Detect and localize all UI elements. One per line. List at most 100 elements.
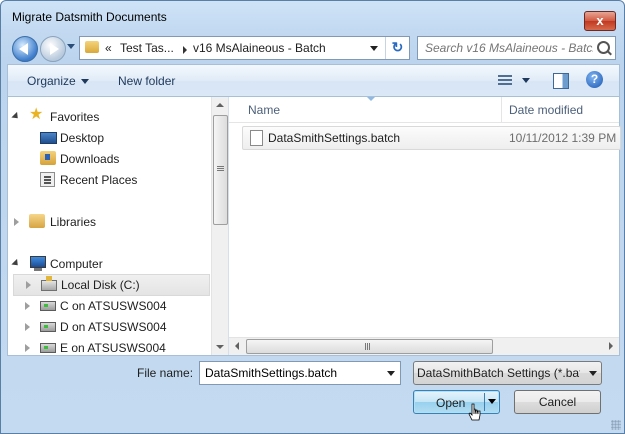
nav-vertical-scrollbar[interactable] <box>211 97 228 355</box>
nav-item-network-drive[interactable]: D on ATSUSWS004 <box>8 317 210 337</box>
title-bar: Migrate Datsmith Documents x <box>1 1 624 31</box>
nav-item-label: C on ATSUSWS004 <box>60 299 167 313</box>
recent-places-icon <box>40 172 55 187</box>
nav-item-network-drive[interactable]: C on ATSUSWS004 <box>8 296 210 316</box>
breadcrumb-separator-icon[interactable] <box>183 46 187 54</box>
mouse-cursor-icon <box>468 403 481 421</box>
nav-item-label: Computer <box>50 257 103 271</box>
libraries-icon <box>29 214 45 228</box>
file-horizontal-scrollbar[interactable] <box>229 337 619 355</box>
nav-item-network-drive[interactable]: E on ATSUSWS004 <box>8 338 210 355</box>
back-button[interactable] <box>12 36 38 62</box>
star-icon: ★ <box>29 106 44 123</box>
nav-item-label: Libraries <box>50 215 97 229</box>
command-bar: Organize New folder ? <box>7 64 620 97</box>
scrollbar-thumb[interactable] <box>213 115 228 225</box>
file-list-pane: Name Date modified DataSmithSettings.bat… <box>229 97 621 355</box>
nav-item-label: Downloads <box>60 152 120 166</box>
help-icon[interactable]: ? <box>586 71 603 88</box>
recent-locations-dropdown-icon[interactable] <box>67 44 75 49</box>
document-icon <box>250 130 263 146</box>
network-drive-icon <box>40 301 56 311</box>
expand-icon[interactable] <box>11 258 21 269</box>
scroll-left-icon[interactable] <box>235 342 239 350</box>
network-drive-icon <box>40 322 56 332</box>
nav-item-local-disk[interactable]: Local Disk (C:) <box>13 274 210 296</box>
navigation-pane: ★ Favorites Desktop Downloads Recent Pla… <box>8 97 229 355</box>
file-type-filter[interactable]: DataSmithBatch Settings (*.batch) <box>413 361 602 385</box>
address-overflow-chevron[interactable]: « <box>105 41 112 55</box>
nav-item-label: E on ATSUSWS004 <box>60 341 166 355</box>
file-name-label: File name: <box>137 366 194 380</box>
scrollbar-thumb[interactable] <box>246 339 493 354</box>
forward-button[interactable] <box>40 36 66 62</box>
open-button[interactable]: Open <box>413 390 500 414</box>
organize-button[interactable]: Organize <box>27 74 89 88</box>
expand-icon[interactable] <box>14 218 19 226</box>
file-name-input[interactable] <box>203 365 382 381</box>
open-button-label: Open <box>436 396 466 410</box>
nav-item-recent-places[interactable]: Recent Places <box>8 170 210 190</box>
computer-icon <box>30 256 46 271</box>
scroll-right-icon[interactable] <box>609 342 613 350</box>
new-folder-button[interactable]: New folder <box>118 74 175 88</box>
scroll-up-icon[interactable] <box>216 103 224 107</box>
nav-item-label: D on ATSUSWS004 <box>60 320 167 334</box>
expand-icon[interactable] <box>25 323 30 331</box>
change-view-icon[interactable] <box>498 74 512 87</box>
column-divider[interactable] <box>501 97 502 122</box>
nav-item-label: Favorites <box>50 110 100 124</box>
preview-pane-icon[interactable] <box>553 73 569 89</box>
nav-item-desktop[interactable]: Desktop <box>8 128 210 148</box>
column-header-name[interactable]: Name <box>248 103 280 117</box>
expand-icon[interactable] <box>26 281 31 289</box>
dialog-window: Migrate Datsmith Documents x « Test Tas.… <box>0 0 625 434</box>
nav-item-label: Recent Places <box>60 173 138 187</box>
back-arrow-icon <box>19 43 28 55</box>
window-title: Migrate Datsmith Documents <box>12 10 167 24</box>
desktop-icon <box>40 132 57 144</box>
folder-icon <box>85 41 99 53</box>
forward-arrow-icon <box>50 43 59 55</box>
column-header-date-modified[interactable]: Date modified <box>509 103 583 117</box>
file-row[interactable]: DataSmithSettings.batch 10/11/2012 1:39 … <box>242 126 621 150</box>
address-bar[interactable]: « Test Tas... v16 MsAlaineous - Batch ↻ <box>79 36 410 60</box>
sort-indicator-icon <box>367 97 375 101</box>
close-button[interactable]: x <box>584 11 616 31</box>
breadcrumb-segment[interactable]: v16 MsAlaineous - Batch <box>193 41 326 55</box>
close-icon: x <box>596 13 604 28</box>
expand-icon[interactable] <box>11 111 21 122</box>
organize-label: Organize <box>27 74 76 88</box>
file-name: DataSmithSettings.batch <box>268 131 401 145</box>
search-box[interactable] <box>417 36 616 60</box>
cancel-button[interactable]: Cancel <box>514 390 601 414</box>
chevron-down-icon[interactable] <box>387 371 395 376</box>
nav-item-label: Local Disk (C:) <box>61 278 140 292</box>
resize-grip[interactable] <box>611 420 621 430</box>
breadcrumb-segment[interactable]: Test Tas... <box>120 41 174 55</box>
column-headers: Name Date modified <box>229 97 619 123</box>
open-options-dropdown-icon[interactable] <box>488 399 496 404</box>
address-dropdown-icon[interactable] <box>370 46 378 51</box>
refresh-icon[interactable]: ↻ <box>385 37 409 59</box>
expand-icon[interactable] <box>25 302 30 310</box>
scroll-down-icon[interactable] <box>216 345 224 349</box>
content-area: ★ Favorites Desktop Downloads Recent Pla… <box>7 96 621 356</box>
file-date-modified: 10/11/2012 1:39 PM <box>509 131 617 145</box>
nav-item-libraries[interactable]: Libraries <box>8 212 210 232</box>
network-drive-icon <box>40 343 56 353</box>
view-options-dropdown-icon[interactable] <box>522 78 530 83</box>
search-icon[interactable] <box>597 41 610 54</box>
nav-item-label: Desktop <box>60 131 105 145</box>
downloads-icon <box>40 151 56 165</box>
search-input[interactable] <box>423 40 595 56</box>
chevron-down-icon <box>589 371 597 376</box>
file-name-combobox[interactable] <box>199 361 401 385</box>
split-divider <box>484 393 485 411</box>
nav-item-favorites[interactable]: ★ Favorites <box>8 107 210 127</box>
nav-item-computer[interactable]: Computer <box>8 254 210 274</box>
nav-item-downloads[interactable]: Downloads <box>8 149 210 169</box>
file-type-filter-value: DataSmithBatch Settings (*.batch) <box>417 366 580 380</box>
hard-disk-icon <box>41 276 57 291</box>
expand-icon[interactable] <box>25 344 30 352</box>
